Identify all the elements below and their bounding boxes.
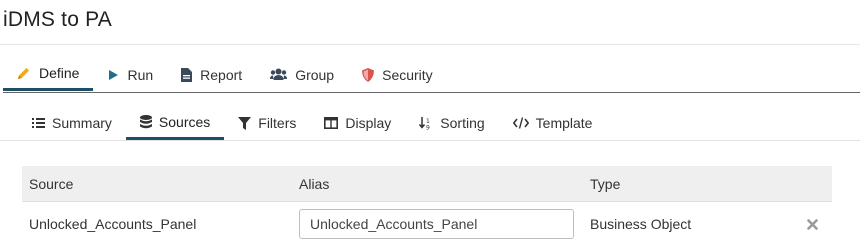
row-source: Unlocked_Accounts_Panel — [29, 216, 197, 232]
tab-group-label: Group — [295, 66, 335, 83]
table-row: Unlocked_Accounts_Panel Business Object — [22, 201, 832, 246]
pencil-icon — [17, 66, 31, 80]
subtab-sources-label: Sources — [158, 113, 211, 130]
row-type: Business Object — [590, 216, 692, 232]
header-type: Type — [590, 175, 621, 192]
header-alias: Alias — [299, 175, 330, 192]
database-icon — [139, 114, 152, 129]
filter-icon — [238, 116, 252, 130]
page-title: iDMS to PA — [3, 8, 112, 31]
tab-group[interactable]: Group — [256, 58, 348, 91]
alias-input[interactable] — [299, 209, 574, 239]
tab-security-label: Security — [382, 66, 433, 83]
subtab-sorting-label: Sorting — [440, 115, 485, 131]
subtab-template[interactable]: Template — [499, 106, 607, 140]
tab-report-label: Report — [200, 66, 243, 83]
subtab-divider — [0, 140, 860, 141]
subtab-sources[interactable]: Sources — [125, 106, 225, 140]
svg-text:9: 9 — [426, 124, 430, 130]
sources-table: Source Alias Type Unlocked_Accounts_Pane… — [22, 166, 832, 246]
subtab-summary[interactable]: Summary — [18, 106, 126, 140]
users-icon — [270, 68, 288, 81]
tab-run-label: Run — [127, 66, 154, 83]
sub-tab-bar: Summary Sources Filters Display 19 Sorti… — [18, 106, 606, 140]
sort-icon: 19 — [419, 116, 433, 130]
tab-define-label: Define — [39, 65, 80, 81]
subtab-summary-label: Summary — [52, 115, 112, 131]
subtab-filters-label: Filters — [258, 115, 297, 131]
play-icon — [107, 69, 119, 81]
table-header: Source Alias Type — [22, 166, 832, 201]
code-icon — [512, 117, 529, 129]
header-source: Source — [29, 175, 74, 192]
close-icon — [807, 218, 818, 230]
subtab-filters[interactable]: Filters — [224, 106, 310, 140]
row-actions — [783, 218, 832, 230]
tab-define[interactable]: Define — [3, 58, 94, 91]
tab-run[interactable]: Run — [93, 58, 167, 91]
subtab-sorting[interactable]: 19 Sorting — [405, 106, 498, 140]
subtab-display[interactable]: Display — [310, 106, 405, 140]
subtab-template-label: Template — [535, 115, 593, 131]
subtab-display-label: Display — [345, 115, 392, 131]
title-divider — [0, 44, 860, 45]
remove-source-button[interactable] — [807, 218, 818, 230]
list-icon — [32, 117, 45, 129]
row-alias-cell — [292, 209, 583, 239]
shield-icon — [362, 67, 375, 82]
tab-security[interactable]: Security — [348, 58, 447, 91]
main-tab-bar: Define Run Report Group Security — [3, 58, 860, 93]
window-icon — [324, 117, 339, 129]
tab-report[interactable]: Report — [167, 58, 256, 91]
file-icon — [181, 67, 193, 82]
